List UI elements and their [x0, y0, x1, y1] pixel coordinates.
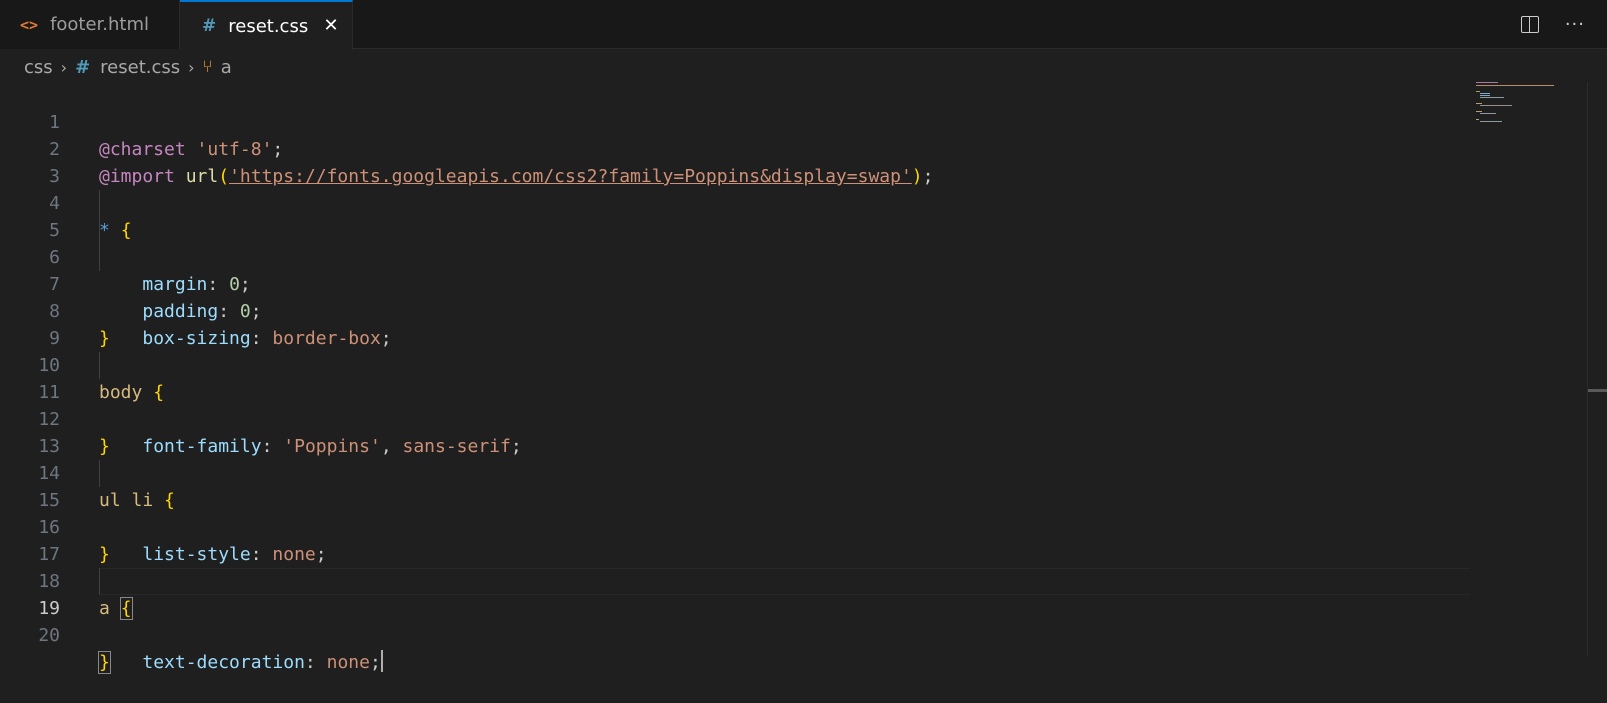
code-line: 3 [0, 136, 1470, 187]
minimap-line [1480, 95, 1490, 96]
token-value: none [326, 652, 370, 673]
code-line-current[interactable]: 19 text-decoration: none; [0, 568, 1470, 673]
more-actions-icon[interactable]: ··· [1565, 14, 1585, 35]
code-line: 1 @charset 'utf-8'; [0, 82, 1470, 160]
code-line: 9 [0, 298, 1470, 349]
indent-guide [99, 352, 100, 379]
code-line: 15 list-style: none; [0, 460, 1470, 565]
code-line: 2 @import url('https://fonts.googleapis.… [0, 109, 1470, 187]
minimap-line [1480, 121, 1502, 122]
code-line: 14 ul li { [0, 433, 1470, 511]
code-line: 8 } [0, 271, 1470, 349]
minimap-line [1480, 105, 1512, 106]
chevron-right-icon: › [60, 57, 68, 77]
code-line: 18 a { [0, 541, 1470, 620]
token-brace: } [98, 651, 111, 674]
indent-guide [99, 190, 100, 217]
editor-tab-bar: <> footer.html # reset.css ✕ ··· [0, 0, 1607, 50]
line-number: 20 [38, 625, 60, 646]
tab-reset-css[interactable]: # reset.css ✕ [180, 0, 353, 50]
token-punctuation: : [304, 652, 327, 673]
minimap-line [1480, 93, 1490, 94]
tab-label: footer.html [50, 14, 150, 35]
indent-guide [99, 460, 100, 487]
minimap-line [1476, 119, 1479, 120]
code-line: 20 } [0, 595, 1470, 674]
code-line: 6 padding: 0; [0, 217, 1470, 322]
chevron-right-icon: › [188, 57, 195, 77]
minimap-line [1476, 82, 1498, 83]
minimap-line [1476, 91, 1480, 92]
token-property: text-decoration [142, 652, 305, 673]
tab-footer-html[interactable]: <> footer.html [0, 0, 180, 49]
code-editor[interactable]: 1 @charset 'utf-8'; 2 @import url('https… [0, 82, 1470, 674]
vertical-scrollbar[interactable] [1587, 82, 1607, 655]
code-line: 16 } [0, 487, 1470, 565]
css-file-icon: # [202, 16, 217, 36]
selector-symbol-icon: ⑂ [202, 57, 213, 77]
tab-label: reset.css [228, 15, 309, 37]
code-line: 11 font-family: 'Poppins', sans-serif; [0, 352, 1470, 457]
indent-guide [99, 568, 100, 595]
minimap-line [1476, 103, 1482, 104]
scrollbar-position-marker [1588, 389, 1607, 392]
code-line: 17 [0, 514, 1470, 565]
code-line: 7 box-sizing: border-box; [0, 244, 1470, 349]
css-file-icon: # [75, 56, 91, 78]
code-line: 4 * { [0, 163, 1470, 241]
breadcrumb: css › # reset.css › ⑂ a [24, 53, 232, 81]
html-file-icon: <> [20, 15, 39, 34]
code-line: 13 [0, 406, 1470, 457]
minimap-line [1480, 97, 1504, 98]
breadcrumb-folder[interactable]: css [24, 57, 53, 78]
close-icon[interactable]: ✕ [320, 14, 342, 36]
minimap-line [1480, 113, 1496, 114]
text-cursor [380, 650, 383, 672]
code-line: 5 margin: 0; [0, 190, 1470, 295]
minimap[interactable] [1474, 82, 1584, 182]
code-line: 10 body { [0, 325, 1470, 403]
indent-guide [99, 217, 100, 244]
indent-guide [99, 244, 100, 271]
breadcrumb-symbol[interactable]: a [221, 57, 232, 78]
token-punctuation: ; [369, 652, 381, 673]
minimap-line [1476, 85, 1554, 86]
split-editor-icon[interactable] [1520, 16, 1539, 33]
minimap-line [1476, 111, 1482, 112]
breadcrumb-file[interactable]: reset.css [100, 57, 180, 78]
editor-actions: ··· [1520, 0, 1607, 49]
code-line: 12 } [0, 379, 1470, 457]
